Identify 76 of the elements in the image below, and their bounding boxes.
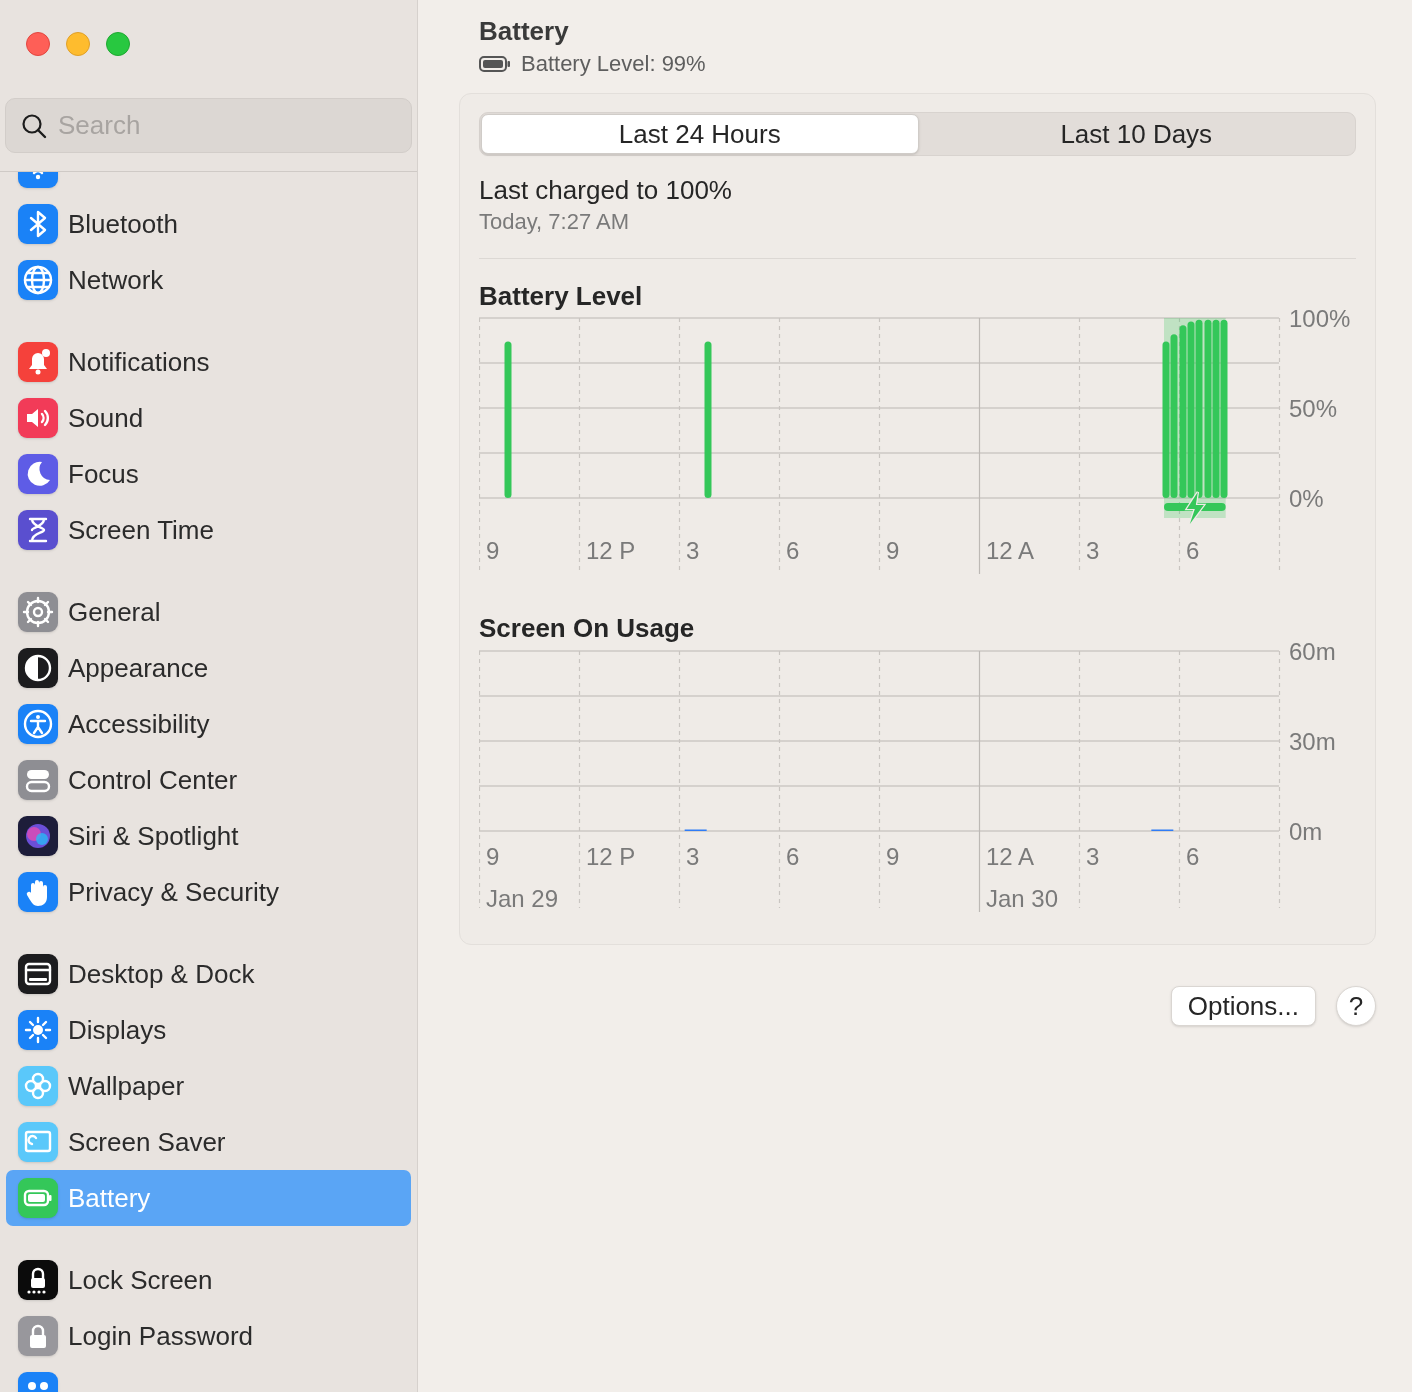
sidebar-item[interactable]: Displays [6,1002,411,1058]
sidebar-item[interactable]: Desktop & Dock [6,946,411,1002]
axis-label: 12 P [586,843,636,870]
lock-icon [18,1260,58,1300]
sidebar-item[interactable]: Sound [6,390,411,446]
tab[interactable]: Last 10 Days [918,114,1354,154]
axis-label: 6 [1186,537,1200,564]
date-label: Jan 29 [486,885,559,912]
bell-icon [18,342,58,382]
bluetooth-icon [18,204,58,244]
zoom-button[interactable] [106,32,130,56]
sun-icon [18,1010,58,1050]
moon-icon [18,454,58,494]
axis-label: 9 [886,537,900,564]
axis-label: 12 A [986,537,1035,564]
chart-title: Screen On Usage [479,612,696,644]
hand-icon [18,872,58,912]
battery-icon [18,1178,58,1218]
sidebar-item[interactable]: Privacy & Security [6,864,411,920]
tab[interactable]: Last 24 Hours [481,114,919,154]
speaker-icon [18,398,58,438]
sidebar-item[interactable]: Control Center [6,752,411,808]
battery-icon [479,55,511,72]
screen-icon [18,1122,58,1162]
sidebar-item[interactable]: Focus [6,446,411,502]
globe-icon [18,260,58,300]
sidebar-item[interactable]: Notifications [6,334,411,390]
sidebar-item[interactable]: Login Password [6,1308,411,1364]
axis-label: 6 [786,537,800,564]
lock-icon [18,1316,58,1356]
search-icon [21,113,47,139]
orb-icon [18,816,58,856]
sidebar-item[interactable]: Wallpaper [6,1058,411,1114]
page-title: Battery [479,15,570,47]
last-charged-time: Today, 7:27 AM [479,208,630,236]
sidebar-item[interactable]: Appearance [6,640,411,696]
options-button[interactable]: Options... [1170,986,1316,1026]
sidebar-item[interactable]: Lock Screen [6,1252,411,1308]
axis-label: 0m [1289,818,1323,845]
axis-label: 9 [486,843,500,870]
axis-label: 3 [1086,843,1100,870]
sidebar-item[interactable]: Screen Time [6,502,411,558]
minimize-button[interactable] [66,32,90,56]
axis-label: 100% [1289,306,1351,332]
help-button[interactable]: ? [1336,986,1376,1026]
accessibility-icon [18,704,58,744]
hourglass-icon [18,510,58,550]
axis-label: 12 P [586,537,636,564]
sidebar-item[interactable]: Screen Saver [6,1114,411,1170]
flower-icon [18,1066,58,1106]
sidebar-item[interactable]: General [6,584,411,640]
contrast-icon [18,648,58,688]
last-charged-text: Last charged to 100% [479,174,733,206]
sidebar-item[interactable]: Network [6,252,411,308]
axis-label: 3 [686,537,700,564]
axis-label: 60m [1289,639,1336,665]
axis-label: 30m [1289,728,1336,755]
sidebar-item[interactable]: Bluetooth [6,196,411,252]
axis-label: 6 [1186,843,1200,870]
axis-label: 50% [1289,395,1338,422]
axis-label: 3 [1086,537,1100,564]
sidebar-item[interactable]: Siri & Spotlight [6,808,411,864]
axis-label: 3 [686,843,700,870]
sidebar-item[interactable]: Accessibility [6,696,411,752]
axis-label: 9 [886,843,900,870]
close-button[interactable] [26,32,50,56]
axis-label: 12 A [986,843,1035,870]
battery-level-text: Battery Level: 99% [521,50,706,78]
axis-label: 0% [1289,485,1324,512]
chart-title: Battery Level [479,280,644,312]
axis-label: 6 [786,843,800,870]
date-label: Jan 30 [986,885,1059,912]
dock-icon [18,954,58,994]
toggles-icon [18,760,58,800]
gear-icon [18,592,58,632]
axis-label: 9 [486,537,500,564]
